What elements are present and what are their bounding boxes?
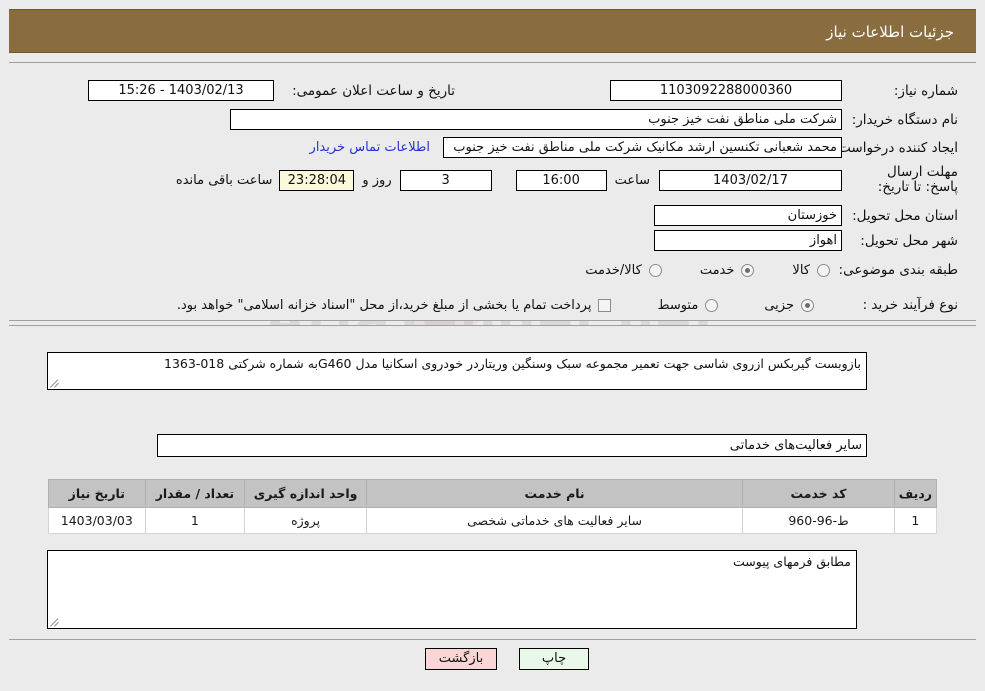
service-group-value: سایر فعالیت‌های خدماتی <box>157 434 867 457</box>
back-button[interactable]: بازگشت <box>425 648 497 670</box>
page-title: جزئیات اطلاعات نیاز <box>826 23 954 41</box>
summary-textarea[interactable]: بازوبست گیربکس ازروی شاسی جهت تعمیر مجمو… <box>47 352 867 390</box>
row-province: استان محل تحویل: خوزستان <box>654 205 976 226</box>
th-unit: واحد اندازه گیری <box>244 479 367 508</box>
print-button[interactable]: چاپ <box>519 648 589 670</box>
table-header-row: ردیف کد خدمت نام خدمت واحد اندازه گیری ت… <box>48 479 938 508</box>
cell-qty: 1 <box>144 507 246 534</box>
days-and-label: روز و <box>362 172 392 188</box>
row-deadline: مهلت ارسال پاسخ: تا تاریخ: 1403/02/17 سا… <box>176 165 976 195</box>
category-option-khedmat-label: خدمت <box>699 262 735 278</box>
deadline-label: مهلت ارسال پاسخ: تا تاریخ: <box>877 164 958 195</box>
row-category: طبقه بندی موضوعی: کالا خدمت کالا/خدمت <box>585 262 976 278</box>
purchase-option-jozi-label: جزیی <box>764 297 794 313</box>
row-buyer-org: نام دستگاه خریدار: شرکت ملی مناطق نفت خی… <box>230 109 976 130</box>
treasury-checkbox-group[interactable]: پرداخت تمام یا بخشی از مبلغ خرید،از محل … <box>177 298 612 313</box>
radio-icon-motavasset[interactable] <box>705 298 719 312</box>
cell-unit: پروژه <box>244 507 367 534</box>
city-value: اهواز <box>654 230 842 251</box>
province-label: استان محل تحویل: <box>852 207 958 224</box>
purchase-type-label: نوع فرآیند خرید : <box>862 297 958 313</box>
days-left-value: 3 <box>399 169 492 191</box>
need-number-value: 1103092288000360 <box>610 80 842 101</box>
category-label: طبقه بندی موضوعی: <box>838 262 958 278</box>
deadline-hour-value: 16:00 <box>515 169 607 191</box>
category-option-kala[interactable]: کالا <box>792 263 830 278</box>
table-row: 1 ط-96-960 سایر فعالیت های خدماتی شخصی پ… <box>48 507 938 534</box>
row-requester: ایجاد کننده درخواست: محمد شعبانی تکنسین … <box>310 137 976 158</box>
deadline-date-value: 1403/02/17 <box>659 169 842 191</box>
th-date: تاریخ نیاز <box>48 479 146 508</box>
remaining-label: ساعت باقی مانده <box>175 172 273 188</box>
radio-icon-kala[interactable] <box>817 263 830 277</box>
resize-grip-icon-notes[interactable] <box>50 617 60 627</box>
purchase-option-jozi[interactable]: جزیی <box>764 298 814 313</box>
province-value: خوزستان <box>654 205 842 226</box>
buyer-notes-value: مطابق فرمهای پیوست <box>733 554 851 569</box>
cell-code: ط-96-960 <box>742 507 895 534</box>
radio-icon-khedmat[interactable] <box>741 263 755 277</box>
buyer-contact-link[interactable]: اطلاعات تماس خریدار <box>310 140 430 155</box>
hour-label: ساعت <box>614 172 650 188</box>
purchase-option-motavasset-label: متوسط <box>657 297 699 313</box>
th-qty: تعداد / مقدار <box>144 479 246 508</box>
requester-value: محمد شعبانی تکنسین ارشد مکانیک شرکت ملی … <box>443 137 842 158</box>
services-table: ردیف کد خدمت نام خدمت واحد اندازه گیری ت… <box>48 479 938 534</box>
summary-text: بازوبست گیربکس ازروی شاسی جهت تعمیر مجمو… <box>164 356 861 371</box>
public-announce-label: تاریخ و ساعت اعلان عمومی: <box>292 82 455 99</box>
purchase-option-motavasset[interactable]: متوسط <box>657 297 719 313</box>
cell-date: 1403/03/03 <box>48 507 146 534</box>
row-city: شهر محل تحویل: اهواز <box>654 230 976 251</box>
category-option-kala-label: کالا <box>792 262 810 278</box>
public-announce-value: 1403/02/13 - 15:26 <box>88 80 274 101</box>
radio-icon-kala-khedmat[interactable] <box>648 263 662 277</box>
cell-radif: 1 <box>893 507 938 534</box>
requester-label: ایجاد کننده درخواست: <box>833 139 958 156</box>
checkbox-icon-treasury[interactable] <box>598 298 612 312</box>
category-option-kala-khedmat-label: کالا/خدمت <box>585 262 642 278</box>
category-option-khedmat[interactable]: خدمت <box>700 263 755 278</box>
buyer-org-value: شرکت ملی مناطق نفت خیز جنوب <box>230 109 842 130</box>
buyer-notes-textarea[interactable]: مطابق فرمهای پیوست <box>47 550 857 629</box>
th-name: نام خدمت <box>365 479 744 508</box>
treasury-checkbox-label: پرداخت تمام یا بخشی از مبلغ خرید،از محل … <box>176 297 592 313</box>
page-root: AriaTender.net جزئیات اطلاعات نیاز شماره… <box>0 0 985 691</box>
city-label: شهر محل تحویل: <box>860 232 958 249</box>
resize-grip-icon[interactable] <box>50 378 60 388</box>
page-header-bar: جزئیات اطلاعات نیاز <box>9 9 976 53</box>
th-radif: ردیف <box>893 479 938 508</box>
row-public-announce: تاریخ و ساعت اعلان عمومی: 1403/02/13 - 1… <box>88 80 455 101</box>
cell-name: سایر فعالیت های خدماتی شخصی <box>365 507 744 534</box>
category-option-kala-khedmat[interactable]: کالا/خدمت <box>585 263 662 278</box>
th-code: کد خدمت <box>742 479 895 508</box>
buyer-org-label: نام دستگاه خریدار: <box>851 111 958 128</box>
need-number-label: شماره نیاز: <box>893 82 958 99</box>
time-left-value: 23:28:04 <box>279 169 355 191</box>
row-purchase-type: نوع فرآیند خرید : جزیی متوسط پرداخت تمام… <box>177 297 976 313</box>
radio-icon-jozi[interactable] <box>801 298 814 312</box>
